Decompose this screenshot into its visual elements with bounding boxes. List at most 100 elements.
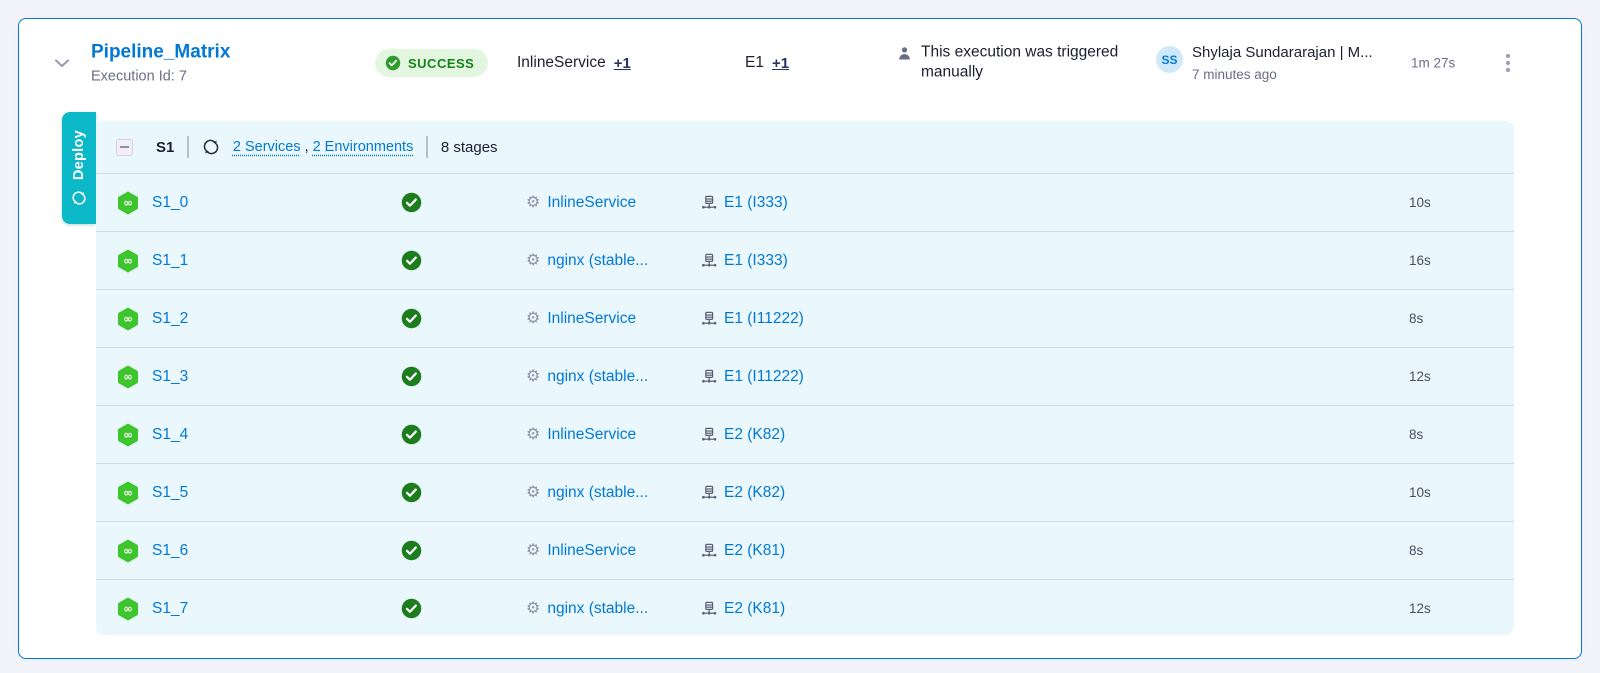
status-cell — [401, 424, 526, 445]
stage-name-link[interactable]: S1_6 — [152, 542, 188, 560]
table-row[interactable]: ∞ S1_2 ⚙ InlineService — [96, 289, 1514, 347]
infrastructure-icon — [701, 253, 717, 269]
environment-link[interactable]: E1 (I11222) — [724, 368, 804, 386]
stage-name-link[interactable]: S1_4 — [152, 426, 188, 444]
environment-link[interactable]: E1 (I333) — [724, 194, 788, 212]
stage-cell: ∞ S1_0 — [116, 191, 401, 215]
table-row[interactable]: ∞ S1_1 ⚙ nginx (stable... — [96, 231, 1514, 289]
success-check-icon — [401, 366, 422, 387]
environment-link[interactable]: E2 (K82) — [724, 484, 785, 502]
matrix-loop-icon — [202, 138, 220, 156]
stage-cell: ∞ S1_4 — [116, 423, 401, 447]
infrastructure-icon — [701, 543, 717, 559]
infrastructure-icon — [701, 311, 717, 327]
gear-icon: ⚙ — [526, 601, 540, 617]
status-cell — [401, 366, 526, 387]
gear-icon: ⚙ — [526, 253, 540, 269]
time-ago: 7 minutes ago — [1192, 67, 1373, 82]
infrastructure-icon — [701, 485, 717, 501]
avatar[interactable]: SS — [1156, 46, 1183, 73]
success-check-icon — [401, 424, 422, 445]
environments-count-link[interactable]: 2 Environments — [313, 139, 414, 155]
infrastructure-icon — [701, 369, 717, 385]
kebab-menu-icon[interactable] — [1502, 50, 1514, 76]
execution-id: Execution Id: 7 — [91, 69, 230, 85]
table-row[interactable]: ∞ S1_0 ⚙ InlineService — [96, 173, 1514, 231]
services-more-link[interactable]: +1 — [614, 55, 631, 72]
table-row[interactable]: ∞ S1_4 ⚙ InlineService — [96, 405, 1514, 463]
stage-group-label: S1 — [156, 139, 174, 156]
collapse-minus-icon[interactable] — [116, 139, 133, 156]
service-link[interactable]: InlineService — [547, 426, 636, 444]
stage-name-link[interactable]: S1_3 — [152, 368, 188, 386]
environment-cell: E2 (K81) — [701, 542, 961, 560]
stage-name-link[interactable]: S1_5 — [152, 484, 188, 502]
service-cell: ⚙ InlineService — [526, 426, 701, 444]
status-cell — [401, 192, 526, 213]
service-link[interactable]: nginx (stable... — [547, 600, 648, 618]
table-row[interactable]: ∞ S1_5 ⚙ nginx (stable... — [96, 463, 1514, 521]
cd-stage-icon: ∞ — [116, 365, 140, 389]
infrastructure-icon — [701, 601, 717, 617]
user-block: SS Shylaja Sundararajan | M... 7 minutes… — [1156, 44, 1406, 82]
infrastructure-icon — [701, 195, 717, 211]
environment-link[interactable]: E1 (I333) — [724, 252, 788, 270]
deploy-tab-label: Deploy — [71, 130, 87, 180]
table-row[interactable]: ∞ S1_6 ⚙ InlineService — [96, 521, 1514, 579]
svg-text:∞: ∞ — [123, 485, 133, 499]
svg-text:∞: ∞ — [123, 195, 133, 209]
cd-stage-icon: ∞ — [116, 481, 140, 505]
service-summary-name: InlineService — [517, 54, 606, 72]
stage-name-link[interactable]: S1_0 — [152, 194, 188, 212]
matrix-links: 2 Services , 2 Environments — [233, 139, 413, 155]
success-check-icon — [401, 308, 422, 329]
services-count-link[interactable]: 2 Services — [233, 139, 301, 155]
service-link[interactable]: nginx (stable... — [547, 484, 648, 502]
status-cell — [401, 250, 526, 271]
execution-header: Pipeline_Matrix Execution Id: 7 SUCCESS … — [19, 19, 1581, 107]
stage-duration: 10s — [1409, 485, 1494, 500]
stage-duration: 8s — [1409, 543, 1494, 558]
loop-strategy-icon — [71, 190, 87, 206]
environment-link[interactable]: E2 (K81) — [724, 542, 785, 560]
environments-more-link[interactable]: +1 — [772, 55, 789, 72]
pipeline-title-link[interactable]: Pipeline_Matrix — [91, 42, 230, 64]
stage-cell: ∞ S1_5 — [116, 481, 401, 505]
gear-icon: ⚙ — [526, 369, 540, 385]
cd-stage-icon: ∞ — [116, 539, 140, 563]
table-row[interactable]: ∞ S1_3 ⚙ nginx (stable... — [96, 347, 1514, 405]
stage-name-link[interactable]: S1_2 — [152, 310, 188, 328]
stage-name-link[interactable]: S1_7 — [152, 600, 188, 618]
status-cell — [401, 308, 526, 329]
service-cell: ⚙ nginx (stable... — [526, 600, 701, 618]
stage-duration: 12s — [1409, 369, 1494, 384]
service-link[interactable]: InlineService — [547, 542, 636, 560]
svg-text:∞: ∞ — [123, 601, 133, 615]
service-cell: ⚙ nginx (stable... — [526, 252, 701, 270]
tab-deploy[interactable]: Deploy — [62, 112, 96, 224]
service-link[interactable]: nginx (stable... — [547, 368, 648, 386]
chevron-down-icon[interactable] — [51, 52, 73, 74]
service-cell: ⚙ InlineService — [526, 310, 701, 328]
environment-link[interactable]: E2 (K82) — [724, 426, 785, 444]
infrastructure-icon — [701, 427, 717, 443]
service-link[interactable]: InlineService — [547, 194, 636, 212]
service-link[interactable]: nginx (stable... — [547, 252, 648, 270]
title-block: Pipeline_Matrix Execution Id: 7 — [91, 42, 230, 85]
table-row[interactable]: ∞ S1_7 ⚙ nginx (stable... — [96, 579, 1514, 635]
stage-rows: ∞ S1_0 ⚙ InlineService — [96, 173, 1514, 635]
svg-text:∞: ∞ — [123, 369, 133, 383]
environment-link[interactable]: E1 (I11222) — [724, 310, 804, 328]
status-cell — [401, 540, 526, 561]
matrix-stage-panel: S1 2 Services , 2 Environments 8 stages — [96, 121, 1514, 635]
service-link[interactable]: InlineService — [547, 310, 636, 328]
environment-cell: E2 (K82) — [701, 426, 961, 444]
stage-duration: 8s — [1409, 427, 1494, 442]
stage-count: 8 stages — [441, 139, 498, 156]
stage-name-link[interactable]: S1_1 — [152, 252, 188, 270]
environment-cell: E2 (K82) — [701, 484, 961, 502]
environment-summary-name: E1 — [745, 54, 764, 72]
service-cell: ⚙ InlineService — [526, 194, 701, 212]
gear-icon: ⚙ — [526, 485, 540, 501]
environment-link[interactable]: E2 (K81) — [724, 600, 785, 618]
